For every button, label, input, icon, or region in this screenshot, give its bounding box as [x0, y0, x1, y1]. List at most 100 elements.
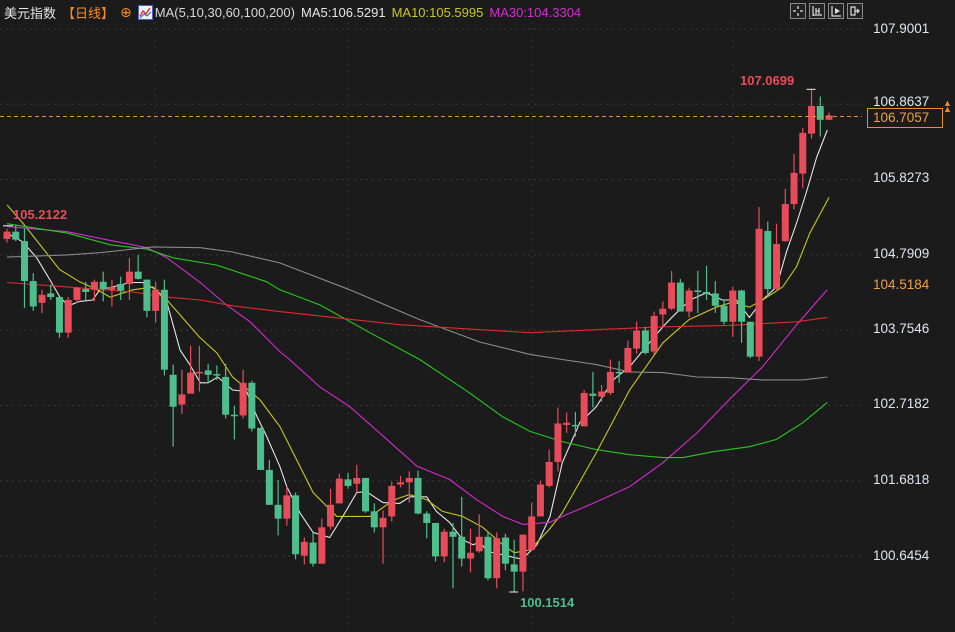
- candle-body: [248, 382, 256, 429]
- candle: [405, 471, 413, 503]
- candle: [475, 514, 483, 553]
- candle-body: [466, 552, 474, 559]
- extreme-markers: [3, 88, 816, 593]
- candle-body: [213, 374, 221, 376]
- candle-body: [685, 290, 693, 312]
- candle-body: [449, 531, 457, 537]
- candle-body: [344, 479, 352, 486]
- candle-body: [615, 371, 623, 374]
- candle: [195, 345, 203, 392]
- candle: [143, 279, 151, 318]
- candle-body: [108, 286, 116, 290]
- candle: [440, 528, 448, 563]
- candle-body: [545, 461, 553, 486]
- candle-body: [187, 372, 195, 394]
- candle-body: [195, 371, 203, 374]
- candle: [204, 363, 212, 384]
- candle-body: [20, 241, 28, 282]
- candle: [309, 532, 317, 567]
- candle: [431, 522, 439, 562]
- candle: [178, 369, 186, 415]
- candle-body: [571, 424, 579, 427]
- candle: [466, 528, 474, 573]
- candle-body: [12, 231, 20, 240]
- candle: [580, 390, 588, 427]
- candle-body: [29, 281, 37, 307]
- candle: [790, 153, 798, 210]
- candle-body: [414, 477, 422, 514]
- candle: [536, 480, 544, 517]
- candle-body: [327, 504, 335, 527]
- candle-body: [799, 132, 807, 174]
- candle: [125, 257, 133, 300]
- candle: [738, 289, 746, 343]
- candle-body: [47, 293, 55, 298]
- candle: [239, 369, 247, 419]
- candle: [808, 89, 816, 139]
- candle: [641, 326, 649, 355]
- candle-body: [397, 482, 405, 485]
- candle-body: [519, 534, 527, 572]
- candle: [327, 488, 335, 530]
- period-selector[interactable]: 【日线】: [62, 3, 114, 22]
- candle: [423, 511, 431, 539]
- candle: [388, 481, 396, 522]
- candle: [257, 427, 265, 470]
- candle: [414, 470, 422, 515]
- jump-to-end-icon[interactable]: [847, 3, 863, 19]
- candlestick-chart[interactable]: [0, 0, 862, 632]
- zoom-to-start-icon[interactable]: [809, 3, 825, 19]
- candle: [20, 228, 28, 308]
- low-annotation: 100.1514: [520, 595, 575, 610]
- candle-body: [703, 291, 711, 294]
- candle-body: [738, 290, 746, 322]
- candle: [265, 459, 273, 505]
- ma200-line: [6, 281, 828, 334]
- candle: [90, 279, 98, 302]
- candle-body: [790, 172, 798, 205]
- candle-body: [239, 382, 247, 416]
- y-tick-label: 105.8273: [873, 170, 930, 185]
- candle-body: [178, 394, 186, 405]
- candle-body: [405, 477, 413, 483]
- last-price-label: 106.7057: [867, 108, 943, 128]
- candle-body: [580, 392, 588, 427]
- candle-body: [257, 427, 265, 470]
- ma60-line: [6, 223, 828, 459]
- ma30-value: MA30:104.3304: [489, 4, 582, 20]
- chart-toolbar: [790, 3, 863, 19]
- candle-body: [536, 484, 544, 517]
- candle-body: [633, 330, 641, 349]
- candle: [755, 206, 763, 361]
- candle: [685, 287, 693, 318]
- y-tick-label: 104.7909: [873, 246, 930, 261]
- ma100-line: [6, 246, 828, 381]
- ma-indicator-icon[interactable]: [137, 4, 153, 20]
- candle-body: [423, 513, 431, 523]
- add-indicator-icon[interactable]: ⊕: [120, 4, 132, 21]
- y-tick-label: 100.6454: [873, 548, 930, 563]
- candle-body: [484, 536, 492, 579]
- candle-body: [117, 283, 125, 291]
- candle: [117, 276, 125, 300]
- candle: [370, 503, 378, 533]
- candle: [624, 340, 632, 373]
- candle: [484, 532, 492, 581]
- candle: [55, 297, 63, 338]
- instrument-title: 美元指数: [4, 5, 57, 21]
- candle-body: [764, 230, 772, 290]
- candle: [82, 281, 90, 301]
- candle: [501, 533, 509, 571]
- candle: [353, 464, 361, 493]
- ma-marker-label: 104.5184: [873, 277, 930, 292]
- candle-body: [729, 290, 737, 322]
- chart-header: 美元指数 【日线】 ⊕ MA(5,10,30,60,100,200) MA5:1…: [0, 0, 790, 24]
- candle-body: [773, 244, 781, 290]
- candle-body: [362, 477, 370, 512]
- candle-body: [720, 305, 728, 322]
- crosshair-icon[interactable]: [790, 3, 806, 19]
- candle: [344, 472, 352, 489]
- ma-params[interactable]: MA(5,10,30,60,100,200): [155, 5, 295, 20]
- candle-body: [370, 511, 378, 528]
- play-forward-icon[interactable]: [828, 3, 844, 19]
